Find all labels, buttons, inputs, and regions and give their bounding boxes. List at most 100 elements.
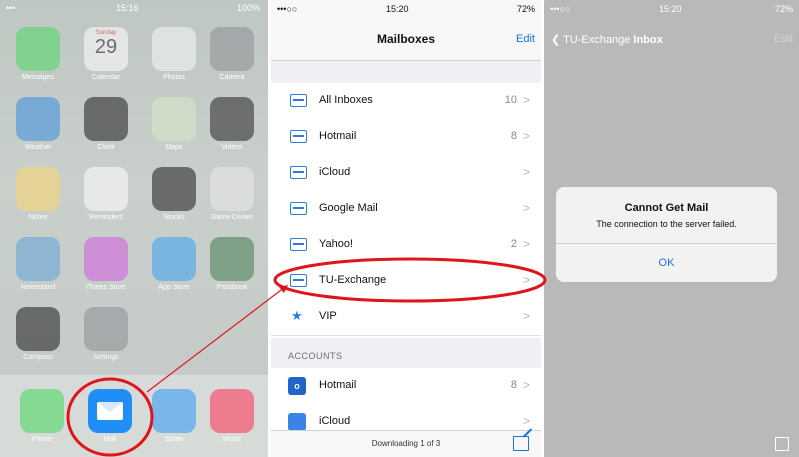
newsstand-icon bbox=[16, 237, 60, 281]
app-label: Phone bbox=[31, 436, 53, 443]
app-settings[interactable]: Settings bbox=[80, 307, 132, 361]
camera-icon bbox=[210, 27, 254, 71]
chevron-right-icon: > bbox=[522, 309, 530, 323]
section-label: ACCOUNTS bbox=[288, 351, 343, 361]
app-clock[interactable]: Clock bbox=[80, 97, 132, 151]
maps-icon bbox=[152, 97, 196, 141]
app-label: Calendar bbox=[91, 74, 121, 81]
chevron-right-icon: > bbox=[522, 165, 530, 179]
inbox-tray-icon bbox=[290, 202, 307, 215]
signal-strength: •••○○ bbox=[550, 4, 571, 14]
app-calendar[interactable]: Sunday 29 Calendar bbox=[80, 27, 132, 81]
chevron-right-icon: > bbox=[522, 414, 530, 428]
compose-icon[interactable] bbox=[775, 437, 789, 451]
app-label: Newsstand bbox=[20, 284, 56, 291]
app-messages[interactable]: Messages bbox=[12, 27, 64, 81]
clock-icon bbox=[84, 97, 128, 141]
chevron-left-icon: ❮ bbox=[551, 34, 561, 46]
calendar-icon: Sunday 29 bbox=[84, 27, 128, 71]
app-notes[interactable]: Notes bbox=[12, 167, 64, 221]
app-weather[interactable]: Weather bbox=[12, 97, 64, 151]
app-compass[interactable]: Compass bbox=[12, 307, 64, 361]
inbox-tray-icon bbox=[290, 274, 307, 287]
mailboxes-screen: •••○○ 15:20 72% Mailboxes Edit All Inbox… bbox=[271, 0, 541, 457]
inbox-tray-icon bbox=[290, 166, 307, 179]
home-screen: ••• 15:16 100% Messages Sunday 29 Calendar P… bbox=[0, 0, 268, 457]
app-stocks[interactable]: Stocks bbox=[148, 167, 200, 221]
dock-app-phone[interactable]: Phone bbox=[16, 389, 68, 443]
compose-icon[interactable] bbox=[513, 436, 529, 451]
nav-bar: Mailboxes Edit bbox=[271, 18, 541, 61]
back-button[interactable]: ❮ TU-Exchange Inbox bbox=[551, 33, 663, 46]
chevron-right-icon: > bbox=[522, 129, 530, 143]
mailbox-label: VIP bbox=[319, 310, 337, 322]
inbox-tray-icon bbox=[290, 94, 307, 107]
alert-ok-button[interactable]: OK bbox=[556, 243, 777, 282]
edit-button[interactable]: Edit bbox=[516, 33, 535, 45]
app-passbook[interactable]: Passbook bbox=[206, 237, 258, 291]
inbox-tray-icon bbox=[290, 130, 307, 143]
signal-strength: ••• bbox=[6, 3, 16, 13]
mailbox-label: iCloud bbox=[319, 166, 351, 178]
app-reminders[interactable]: Reminders bbox=[80, 167, 132, 221]
back-account-label: TU-Exchange bbox=[563, 34, 631, 46]
account-label: Hotmail bbox=[319, 379, 357, 391]
mailbox-row-hotmail[interactable]: Hotmail 8 > bbox=[271, 119, 541, 156]
app-label: iTunes Store bbox=[86, 284, 126, 291]
app-label: Passbook bbox=[216, 284, 248, 291]
battery-percent: 72% bbox=[516, 4, 535, 14]
app-app-store[interactable]: App Store bbox=[148, 237, 200, 291]
account-row-hotmail[interactable]: o Hotmail 8 > bbox=[271, 368, 541, 405]
mailbox-row-vip[interactable]: ★ VIP > bbox=[271, 299, 541, 336]
status-time: 15:16 bbox=[116, 3, 139, 13]
messages-icon bbox=[16, 27, 60, 71]
dock-app-music[interactable]: Music bbox=[206, 389, 258, 443]
mailbox-row-google-mail[interactable]: Google Mail > bbox=[271, 191, 541, 228]
app-label: Camera bbox=[219, 74, 245, 81]
photos-icon bbox=[152, 27, 196, 71]
app-store-icon bbox=[152, 237, 196, 281]
app-label: Reminders bbox=[89, 214, 123, 221]
passbook-icon bbox=[210, 237, 254, 281]
app-camera[interactable]: Camera bbox=[206, 27, 258, 81]
app-photos[interactable]: Photos bbox=[148, 27, 200, 81]
hotmail-account-icon: o bbox=[288, 377, 306, 395]
app-newsstand[interactable]: Newsstand bbox=[12, 237, 64, 291]
videos-icon bbox=[210, 97, 254, 141]
battery-percent: 72% bbox=[774, 4, 793, 14]
app-maps[interactable]: Maps bbox=[148, 97, 200, 151]
mailbox-row-tu-exchange[interactable]: TU-Exchange > bbox=[271, 263, 541, 300]
dock-app-safari[interactable]: Safari bbox=[148, 389, 200, 443]
mailbox-row-all-inboxes[interactable]: All Inboxes 10 > bbox=[271, 83, 541, 120]
chevron-right-icon: > bbox=[522, 93, 530, 107]
weather-icon bbox=[16, 97, 60, 141]
app-label: Notes bbox=[28, 214, 48, 221]
mailbox-row-yahoo[interactable]: Yahoo! 2 > bbox=[271, 227, 541, 264]
app-label: Compass bbox=[23, 354, 53, 361]
status-time: 15:20 bbox=[386, 4, 409, 14]
battery-percent: 100% bbox=[236, 3, 260, 13]
alert-title: Cannot Get Mail bbox=[624, 202, 709, 214]
account-label: iCloud bbox=[319, 415, 351, 427]
mail-icon bbox=[88, 389, 132, 433]
mailbox-label: Yahoo! bbox=[319, 238, 354, 250]
status-bar: ••• 15:16 100% bbox=[0, 0, 268, 16]
itunes-store-icon bbox=[84, 237, 128, 281]
compass-icon bbox=[16, 307, 60, 351]
mailbox-row-icloud[interactable]: iCloud > bbox=[271, 155, 541, 192]
app-label: Music bbox=[222, 436, 242, 443]
inbox-tray-icon bbox=[290, 238, 307, 251]
app-videos[interactable]: Videos bbox=[206, 97, 258, 151]
app-itunes-store[interactable]: iTunes Store bbox=[80, 237, 132, 291]
safari-icon bbox=[152, 389, 196, 433]
dock-app-mail[interactable]: Mail bbox=[84, 389, 136, 443]
app-label: Weather bbox=[24, 144, 52, 151]
phone-icon bbox=[20, 389, 64, 433]
app-label: Game Center bbox=[210, 214, 254, 221]
app-game-center[interactable]: Game Center bbox=[206, 167, 258, 221]
mailbox-label: Hotmail bbox=[319, 130, 357, 142]
edit-button[interactable]: Edit bbox=[774, 33, 793, 45]
inbox-title: Inbox bbox=[633, 34, 663, 46]
status-bar: •••○○ 15:20 72% bbox=[544, 0, 799, 18]
envelope-icon bbox=[97, 402, 123, 420]
